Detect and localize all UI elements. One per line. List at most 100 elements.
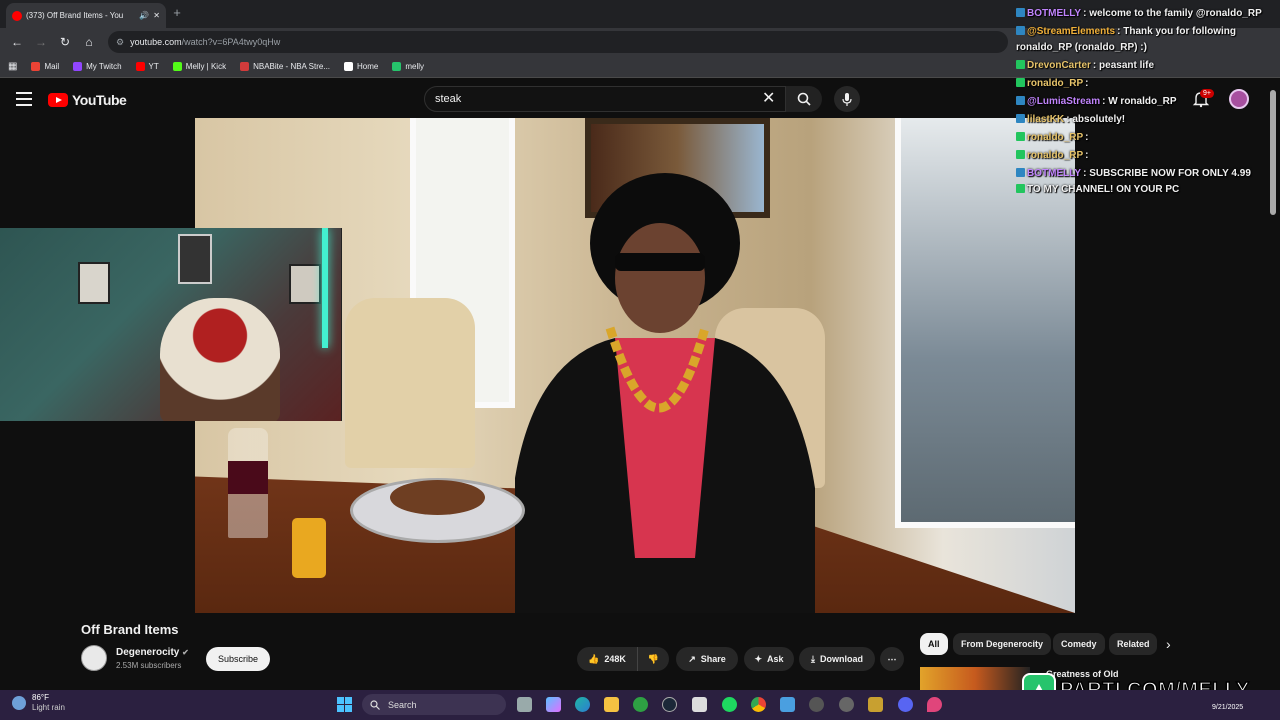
bookmark-nbabite[interactable]: NBABite - NBA Stre...: [240, 62, 330, 71]
site-info-icon[interactable]: ⚙: [116, 37, 124, 48]
bookmark-home[interactable]: Home: [344, 62, 378, 71]
bookmark-my-twitch[interactable]: My Twitch: [73, 62, 122, 71]
app-icon[interactable]: [839, 697, 854, 712]
taskbar-date[interactable]: 9/21/2025: [1212, 704, 1243, 711]
task-view-icon[interactable]: [517, 697, 532, 712]
bookmark-yt[interactable]: YT: [135, 62, 159, 71]
back-arrow-icon[interactable]: ←: [6, 31, 28, 53]
subscribe-button[interactable]: Subscribe: [206, 647, 270, 671]
nba-icon: [240, 62, 250, 71]
photos-icon[interactable]: [780, 697, 795, 712]
address-bar[interactable]: ⚙ youtube.com/watch?v=6PA4twy0qHw: [108, 31, 1008, 53]
weather-widget[interactable]: 86°F Light rain: [12, 693, 65, 713]
chat-username: ronaldo_RP: [1027, 78, 1084, 89]
page-scrollbar[interactable]: [1270, 90, 1276, 215]
speaker-icon[interactable]: 🔊: [139, 11, 149, 20]
bookmark-kick[interactable]: Melly | Kick: [172, 62, 226, 71]
xbox-icon[interactable]: [633, 697, 648, 712]
search-button[interactable]: [786, 86, 822, 112]
chat-badge-icon: [1016, 60, 1025, 69]
like-button[interactable]: 👍 248K: [577, 647, 637, 671]
spotify-icon[interactable]: [722, 697, 737, 712]
obs-icon[interactable]: [868, 697, 883, 712]
menu-icon[interactable]: [16, 92, 32, 106]
chat-badge-icon: [1016, 78, 1025, 87]
forward-arrow-icon[interactable]: →: [30, 31, 52, 53]
download-icon: ⤓: [811, 653, 815, 664]
close-tab-icon[interactable]: ✕: [153, 11, 160, 20]
video-scene-glass: [228, 428, 268, 538]
windows-start-icon[interactable]: [337, 697, 352, 712]
home-icon[interactable]: ⌂: [78, 31, 100, 53]
chat-separator: :: [1085, 150, 1089, 161]
chat-username: DrevonCarter: [1027, 60, 1091, 71]
webcam-led-strip: [322, 228, 328, 348]
url-host: youtube.com: [130, 37, 182, 47]
sparkle-icon: ✦: [754, 653, 763, 664]
apps-grid-icon[interactable]: ▦: [8, 61, 17, 72]
youtube-logo[interactable]: YouTube: [48, 92, 127, 108]
media-player-icon[interactable]: [809, 697, 824, 712]
chip-all[interactable]: All: [920, 633, 948, 655]
chat-badge-icon: [1016, 132, 1025, 141]
new-tab-button[interactable]: +: [170, 6, 184, 20]
chat-text: absolutely!: [1072, 114, 1126, 125]
video-scene-jar: [292, 518, 326, 578]
chat-message: TO MY CHANNEL! ON YOUR PC: [1016, 184, 1179, 195]
dislike-button[interactable]: 👎: [637, 647, 669, 671]
thumbs-down-icon: 👎: [647, 653, 660, 664]
search-input[interactable]: steak: [424, 86, 786, 112]
x-icon: [344, 62, 354, 71]
more-actions-button[interactable]: ⋯: [880, 647, 904, 671]
clear-search-icon[interactable]: ✕: [762, 90, 775, 108]
thumbs-up-icon: 👍: [588, 653, 600, 664]
microphone-icon: [842, 92, 852, 106]
chat-badge-icon: [1016, 8, 1025, 17]
file-explorer-icon[interactable]: [604, 697, 619, 712]
chat-message: ronaldo_RP (ronaldo_RP) :): [1016, 42, 1147, 53]
browser-tab[interactable]: (373) Off Brand Items - You 🔊 ✕: [6, 3, 166, 28]
bookmark-melly[interactable]: melly: [392, 62, 424, 71]
chrome-icon[interactable]: [751, 697, 766, 712]
chat-message: @LumiaStream: W ronaldo_RP: [1016, 96, 1177, 107]
stream-chat-overlay: BOTMELLY: welcome to the family @ronaldo…: [1016, 0, 1280, 200]
chip-from-degenerocity[interactable]: From Degenerocity: [953, 633, 1052, 655]
maps-pin-icon[interactable]: [927, 697, 942, 712]
reload-icon[interactable]: ↻: [54, 31, 76, 53]
steam-icon[interactable]: [662, 697, 677, 712]
parti-icon: [392, 62, 402, 71]
chat-message: ronaldo_RP:: [1016, 78, 1088, 89]
chat-message: BOTMELLY: SUBSCRIBE NOW FOR ONLY 4.99: [1016, 168, 1251, 179]
chat-username: @StreamElements: [1027, 26, 1116, 37]
copilot-icon[interactable]: [546, 697, 561, 712]
youtube-icon: [135, 62, 145, 71]
chip-related[interactable]: Related: [1109, 633, 1157, 655]
chat-username: lilastKK: [1027, 114, 1065, 125]
store-icon[interactable]: [692, 697, 707, 712]
chat-username: BOTMELLY: [1027, 8, 1082, 19]
taskbar-search[interactable]: Search: [362, 694, 506, 715]
channel-name[interactable]: Degenerocity ✔: [116, 647, 189, 658]
browser-tab-title: (373) Off Brand Items - You: [26, 11, 124, 20]
webcam-streamer: [160, 298, 280, 421]
chat-text: welcome to the family @ronaldo_RP: [1089, 8, 1262, 19]
weather-temperature: 86°F: [32, 693, 49, 702]
chips-next-chevron-icon[interactable]: ›: [1166, 636, 1171, 652]
edge-icon[interactable]: [575, 697, 590, 712]
chip-comedy[interactable]: Comedy: [1053, 633, 1105, 655]
url-path: /watch?v=6PA4twy0qHw: [181, 37, 281, 47]
channel-avatar[interactable]: [81, 645, 107, 671]
youtube-favicon-icon: [12, 10, 22, 21]
voice-search-button[interactable]: [834, 86, 860, 112]
chat-username: ronaldo_RP: [1027, 132, 1084, 143]
chat-text: ronaldo_RP (ronaldo_RP) :): [1016, 42, 1147, 53]
download-button[interactable]: ⤓ Download: [799, 647, 875, 671]
discord-icon[interactable]: [898, 697, 913, 712]
more-dots-icon: ⋯: [887, 653, 897, 664]
ask-button[interactable]: ✦ Ask: [744, 647, 794, 671]
share-button[interactable]: ↗ Share: [676, 647, 738, 671]
subscriber-count: 2.53M subscribers: [116, 661, 182, 670]
chat-text: TO MY CHANNEL! ON YOUR PC: [1027, 184, 1180, 195]
weather-condition: Light rain: [32, 703, 65, 712]
bookmark-mail[interactable]: Mail: [31, 62, 59, 71]
